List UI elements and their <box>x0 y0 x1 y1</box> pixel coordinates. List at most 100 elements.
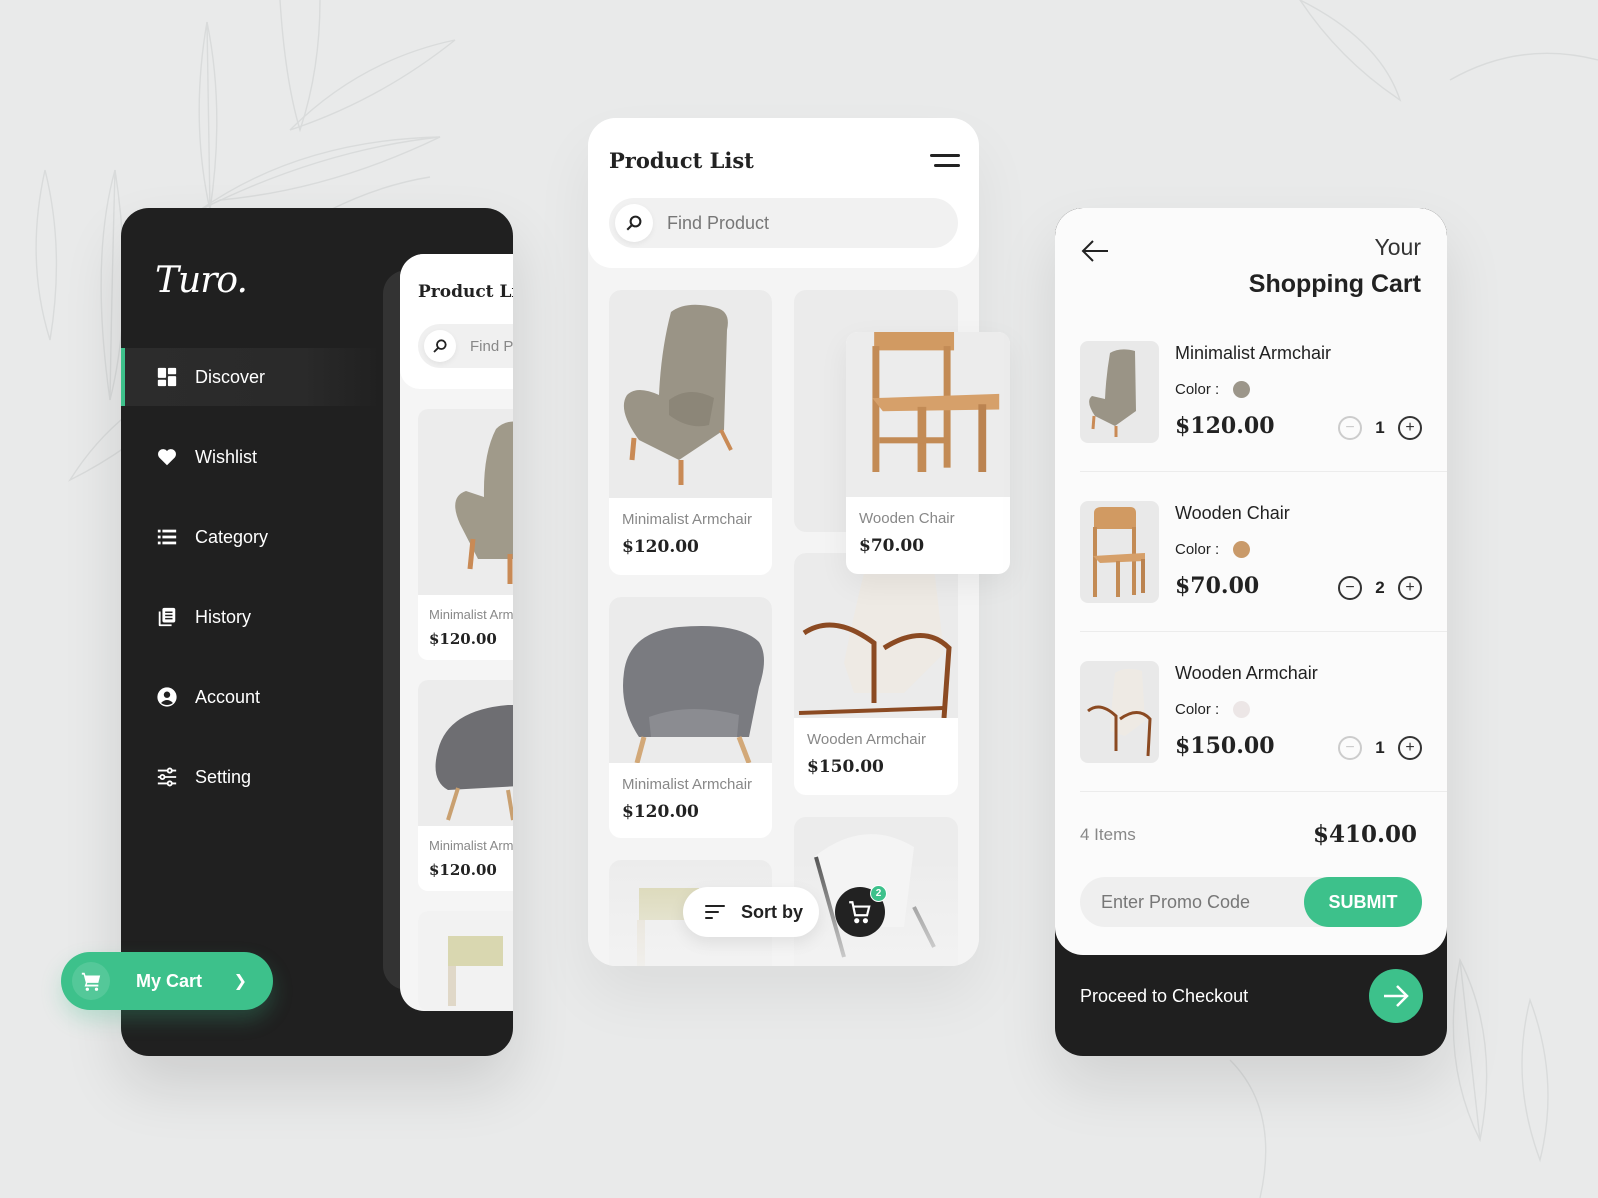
product-thumbnail <box>1080 341 1159 443</box>
chevron-right-icon: ❯ <box>233 973 247 990</box>
increase-quantity-button[interactable]: + <box>1398 416 1422 440</box>
product-image <box>418 680 513 826</box>
grid-icon <box>155 365 179 389</box>
sort-label: Sort by <box>741 901 804 922</box>
quantity-value: 1 <box>1375 738 1385 757</box>
promo-code-input[interactable] <box>1080 891 1300 913</box>
sidebar-item-category[interactable]: Category <box>121 508 381 566</box>
decrease-quantity-button[interactable]: − <box>1338 576 1362 600</box>
cart-icon <box>849 901 871 924</box>
promo-code-field: SUBMIT <box>1080 877 1422 927</box>
checkout-label: Proceed to Checkout <box>1080 985 1249 1006</box>
product-card-highlighted[interactable]: Wooden Chair $70.00 <box>846 332 1010 574</box>
search-icon <box>424 330 456 362</box>
sort-icon <box>705 905 725 919</box>
brand-logo: Turo. <box>155 260 248 301</box>
product-thumbnail <box>1080 501 1159 603</box>
item-name: Minimalist Armchair <box>1175 343 1332 363</box>
sliders-icon <box>155 765 179 789</box>
item-price: $120.00 <box>1175 413 1275 439</box>
product-thumbnail <box>1080 661 1159 763</box>
page-title: Product List <box>609 148 754 173</box>
preview-search-bar[interactable]: Find Product <box>418 324 513 368</box>
cart-item: Wooden Armchair Color : $150.00 − 1 + <box>1080 661 1422 821</box>
my-cart-button[interactable]: My Cart ❯ <box>61 952 273 1010</box>
proceed-to-checkout-button[interactable] <box>1369 969 1423 1023</box>
product-card[interactable]: Wooden Armchair $150.00 <box>794 553 958 795</box>
sidebar-item-label: History <box>195 606 252 627</box>
product-name: Minimalist Armchair <box>622 776 753 793</box>
item-name: Wooden Chair <box>1175 503 1290 523</box>
arrow-right-icon <box>1384 985 1409 1007</box>
quantity-stepper: − 2 + <box>1338 576 1422 600</box>
sidebar-item-label: Setting <box>195 766 252 787</box>
product-card[interactable]: Minimalist Armchair $120.00 <box>609 597 772 838</box>
quantity-value: 1 <box>1375 418 1385 437</box>
sidebar-nav: Discover Wishlist Category History Accou… <box>121 348 381 828</box>
cart-item: Minimalist Armchair Color : $120.00 − 1 … <box>1080 341 1422 501</box>
increase-quantity-button[interactable]: + <box>1398 736 1422 760</box>
item-price: $150.00 <box>1175 733 1275 759</box>
checkout-bar: Proceed to Checkout <box>1080 968 1423 1024</box>
sidebar-item-discover[interactable]: Discover <box>121 348 381 406</box>
product-name: Minimalist Armchair <box>622 511 753 528</box>
sidebar-item-history[interactable]: History <box>121 588 381 646</box>
menu-icon[interactable] <box>930 154 960 170</box>
account-icon <box>155 685 179 709</box>
product-list-preview[interactable]: Product List Find Product Minimalist Arm… <box>400 254 513 1011</box>
sort-button[interactable]: Sort by <box>683 887 819 937</box>
product-image <box>609 597 772 763</box>
items-count: 4 Items <box>1080 825 1136 844</box>
divider <box>1080 471 1447 472</box>
item-name: Wooden Armchair <box>1175 663 1318 683</box>
product-image <box>609 290 772 498</box>
color-swatch <box>1233 701 1250 718</box>
back-arrow-icon[interactable] <box>1081 240 1109 262</box>
decrease-quantity-button[interactable]: − <box>1338 736 1362 760</box>
decrease-quantity-button[interactable]: − <box>1338 416 1362 440</box>
search-input[interactable] <box>667 212 927 234</box>
product-name: Minimalist Armchair <box>429 607 513 622</box>
page-title: Shopping Cart <box>1248 270 1421 298</box>
sidebar-item-label: Discover <box>195 366 266 387</box>
preview-product-card[interactable]: Minimalist Armchair $120.00 <box>418 680 513 891</box>
sidebar-item-label: Category <box>195 526 269 547</box>
sidebar-item-label: Wishlist <box>195 446 257 467</box>
cart-title-prefix: Your <box>1374 234 1421 260</box>
history-icon <box>155 605 179 629</box>
cart-button[interactable]: 2 <box>835 885 887 937</box>
quantity-stepper: − 1 + <box>1338 736 1422 760</box>
product-price: $70.00 <box>859 536 925 556</box>
cart-total: $410.00 <box>1312 821 1417 848</box>
preview-product-card[interactable]: Minimalist Armchair $120.00 <box>418 409 513 660</box>
product-image <box>846 332 1010 497</box>
sidebar-item-wishlist[interactable]: Wishlist <box>121 428 381 486</box>
search-bar[interactable] <box>609 198 958 248</box>
preview-product-card[interactable] <box>418 911 513 1011</box>
preview-title: Product List <box>418 282 513 302</box>
product-list-header: Product List <box>588 118 979 268</box>
list-icon <box>155 525 179 549</box>
cart-item: Wooden Chair Color : $70.00 − 2 + <box>1080 501 1422 661</box>
sidebar-item-account[interactable]: Account <box>121 668 381 726</box>
color-label: Color : <box>1175 701 1220 718</box>
product-price: $150.00 <box>807 757 884 777</box>
product-image <box>418 409 513 595</box>
cart-count-badge: 2 <box>870 885 887 902</box>
product-price: $120.00 <box>429 630 497 648</box>
product-image <box>794 553 958 718</box>
quantity-value: 2 <box>1375 578 1385 597</box>
product-image <box>418 911 513 1011</box>
increase-quantity-button[interactable]: + <box>1398 576 1422 600</box>
my-cart-label: My Cart <box>136 970 203 991</box>
product-name: Wooden Armchair <box>807 731 926 748</box>
sidebar-item-setting[interactable]: Setting <box>121 748 381 806</box>
product-price: $120.00 <box>622 802 699 822</box>
divider <box>1080 631 1447 632</box>
color-label: Color : <box>1175 381 1220 398</box>
divider <box>1080 791 1447 792</box>
quantity-stepper: − 1 + <box>1338 416 1422 440</box>
product-card[interactable]: Minimalist Armchair $120.00 <box>609 290 772 575</box>
sidebar-phone-screen: Turo. Discover Wishlist Category History <box>121 208 513 1056</box>
submit-promo-button[interactable]: SUBMIT <box>1304 877 1422 927</box>
